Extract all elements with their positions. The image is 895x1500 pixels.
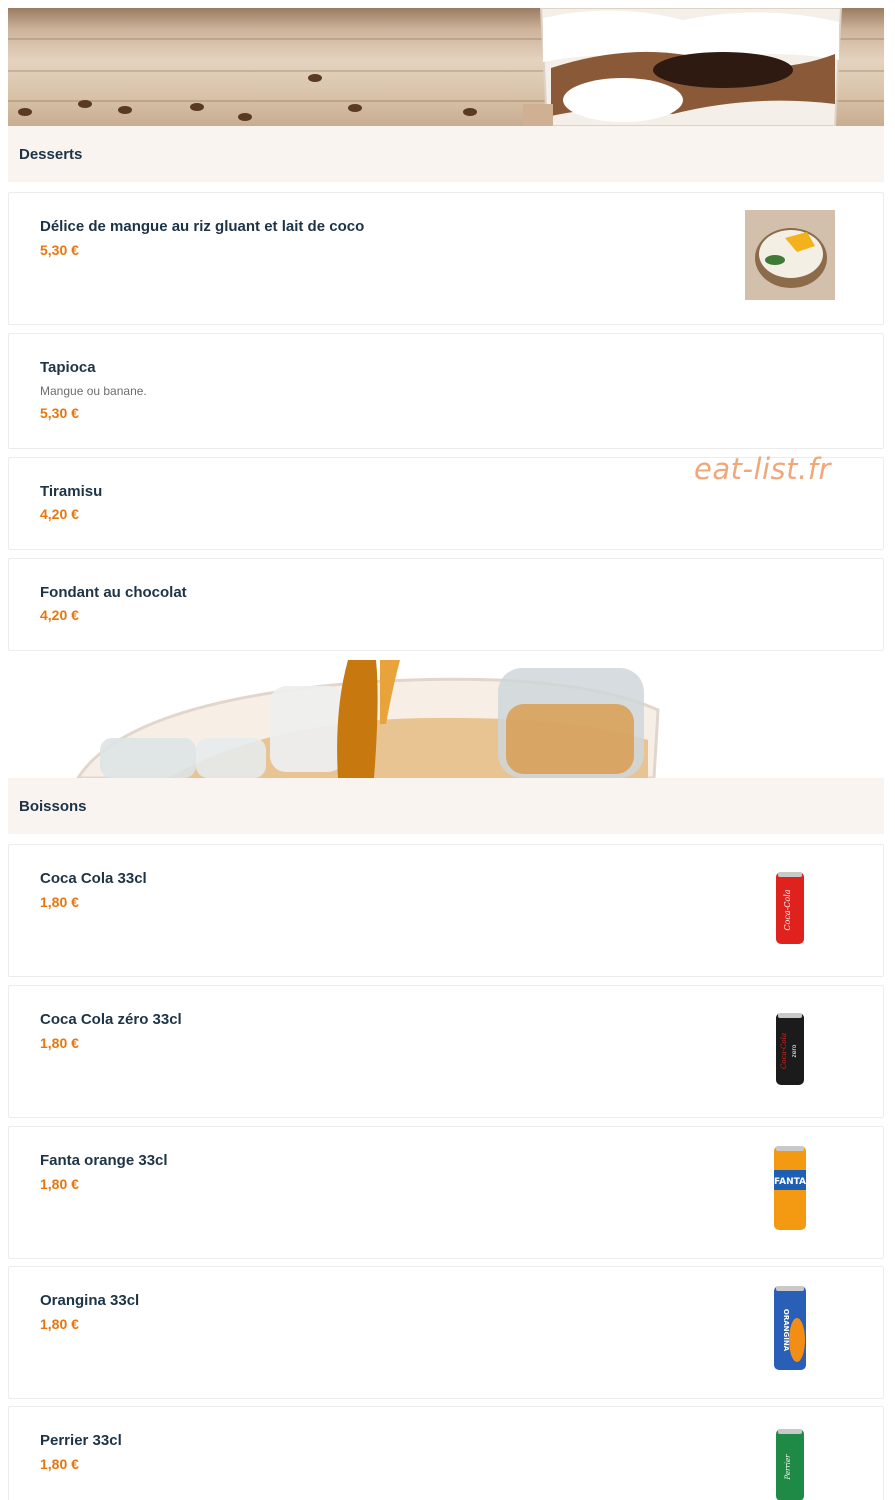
item-price: 1,80 € bbox=[40, 1456, 79, 1472]
eat-list-watermark: eat-list.fr bbox=[694, 452, 831, 486]
item-price: 5,30 € bbox=[40, 405, 79, 421]
menu-item-card[interactable]: Coca Cola zéro 33cl 1,80 € Coca-Cola zer… bbox=[8, 985, 884, 1118]
coca-cola-zero-can-thumbnail: Coca-Cola zero bbox=[773, 1011, 807, 1087]
section-title: Boissons bbox=[19, 797, 87, 815]
drinks-banner-image bbox=[8, 660, 884, 778]
can-brand-label: Perrier bbox=[784, 1454, 792, 1481]
can-brand-label: ORANGINA bbox=[782, 1309, 790, 1352]
fanta-can-thumbnail: FANTA bbox=[771, 1144, 809, 1232]
perrier-can-thumbnail: Perrier bbox=[773, 1427, 807, 1500]
mango-dessert-thumbnail bbox=[745, 210, 835, 300]
menu-item-card[interactable]: Coca Cola 33cl 1,80 € Coca-Cola bbox=[8, 844, 884, 977]
iced-drink-illustration bbox=[76, 660, 660, 778]
can-brand-label: Coca-Cola bbox=[780, 1033, 788, 1069]
coca-cola-can-thumbnail: Coca-Cola bbox=[773, 870, 807, 946]
section-header-desserts: Desserts bbox=[8, 126, 884, 182]
item-price: 4,20 € bbox=[40, 506, 79, 522]
section-header-boissons: Boissons bbox=[8, 778, 884, 834]
menu-item-card[interactable]: Orangina 33cl 1,80 € ORANGINA bbox=[8, 1266, 884, 1399]
can-brand-label: FANTA bbox=[774, 1177, 806, 1187]
item-price: 1,80 € bbox=[40, 1316, 79, 1332]
item-name: Fanta orange 33cl bbox=[40, 1152, 168, 1169]
menu-item-card[interactable]: Délice de mangue au riz gluant et lait d… bbox=[8, 192, 884, 325]
menu-item-card[interactable]: Fondant au chocolat 4,20 € bbox=[8, 558, 884, 651]
menu-item-card[interactable]: Tapioca Mangue ou banane. 5,30 € bbox=[8, 333, 884, 449]
dessert-glass-illustration bbox=[523, 8, 843, 126]
menu-item-card[interactable]: Fanta orange 33cl 1,80 € FANTA bbox=[8, 1126, 884, 1259]
item-name: Perrier 33cl bbox=[40, 1432, 122, 1449]
menu-item-card[interactable]: Perrier 33cl 1,80 € Perrier bbox=[8, 1406, 884, 1500]
item-description: Mangue ou banane. bbox=[40, 384, 147, 398]
can-zero-label: zero bbox=[791, 1044, 798, 1057]
item-name: Tapioca bbox=[40, 359, 96, 376]
item-name: Coca Cola zéro 33cl bbox=[40, 1011, 182, 1028]
item-price: 5,30 € bbox=[40, 242, 79, 258]
desserts-banner-image bbox=[8, 8, 884, 126]
item-name: Tiramisu bbox=[40, 483, 103, 500]
item-price: 1,80 € bbox=[40, 1176, 79, 1192]
item-price: 1,80 € bbox=[40, 1035, 79, 1051]
item-name: Fondant au chocolat bbox=[40, 584, 187, 601]
item-price: 4,20 € bbox=[40, 607, 79, 623]
section-title: Desserts bbox=[19, 145, 83, 163]
item-name: Coca Cola 33cl bbox=[40, 870, 147, 887]
orangina-can-thumbnail: ORANGINA bbox=[771, 1284, 809, 1372]
item-name: Délice de mangue au riz gluant et lait d… bbox=[40, 218, 365, 235]
can-brand-label: Coca-Cola bbox=[783, 889, 792, 930]
item-price: 1,80 € bbox=[40, 894, 79, 910]
item-name: Orangina 33cl bbox=[40, 1292, 140, 1309]
